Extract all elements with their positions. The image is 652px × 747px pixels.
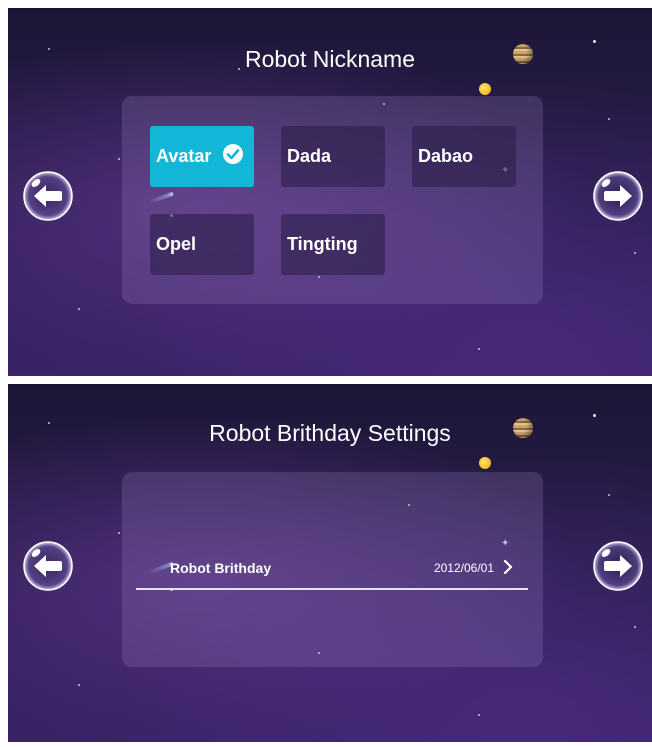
nickname-option-label: Avatar: [156, 146, 212, 166]
forward-button[interactable]: [592, 540, 644, 592]
page-title: Robot Brithday Settings: [209, 420, 451, 446]
nickname-screen: ✦ Robot Nickname: [8, 8, 652, 376]
star: [593, 40, 596, 43]
star: [118, 158, 120, 160]
star: [478, 348, 480, 350]
nickname-panel: Avatar Dada Dabao Opel Tingting: [122, 96, 543, 304]
birthday-setting-row[interactable]: Robot Brithday 2012/06/01: [136, 548, 528, 590]
nickname-option-tingting[interactable]: Tingting: [281, 214, 385, 275]
nickname-option-avatar[interactable]: Avatar: [150, 126, 254, 187]
forward-button[interactable]: [592, 170, 644, 222]
birthday-panel: Robot Brithday 2012/06/01: [122, 472, 543, 667]
chevron-right-icon: [503, 559, 513, 575]
star: [593, 414, 596, 417]
star: [634, 252, 636, 254]
star: [608, 118, 610, 120]
birthday-label: Robot Brithday: [170, 560, 272, 576]
birthday-screen: ✦ Robot Brithday Settings Robot Brithday…: [8, 384, 652, 742]
star: [478, 714, 480, 716]
nickname-option-dada[interactable]: Dada: [281, 126, 385, 187]
star: [634, 626, 636, 628]
page-title: Robot Nickname: [244, 46, 416, 72]
nickname-option-label: Opel: [156, 234, 197, 254]
left-arrow-bubble-icon: [23, 171, 73, 221]
back-button[interactable]: [22, 540, 74, 592]
star: [78, 308, 80, 310]
star: [608, 494, 610, 496]
check-circle-icon: [223, 144, 244, 164]
nickname-option-dabao[interactable]: Dabao: [412, 126, 516, 187]
left-arrow-bubble-icon: [23, 541, 73, 591]
back-button[interactable]: [22, 170, 74, 222]
row-divider: [136, 588, 528, 590]
sun-planet: [479, 83, 491, 95]
right-arrow-bubble-icon: [593, 171, 643, 221]
nickname-option-label: Dada: [287, 146, 332, 166]
right-arrow-bubble-icon: [593, 541, 643, 591]
star: [118, 532, 120, 534]
star: [78, 684, 80, 686]
nickname-option-label: Tingting: [287, 234, 358, 254]
nickname-option-label: Dabao: [418, 146, 474, 166]
sun-planet: [479, 457, 491, 469]
birthday-value: 2012/06/01: [433, 561, 494, 575]
nickname-option-opel[interactable]: Opel: [150, 214, 254, 275]
